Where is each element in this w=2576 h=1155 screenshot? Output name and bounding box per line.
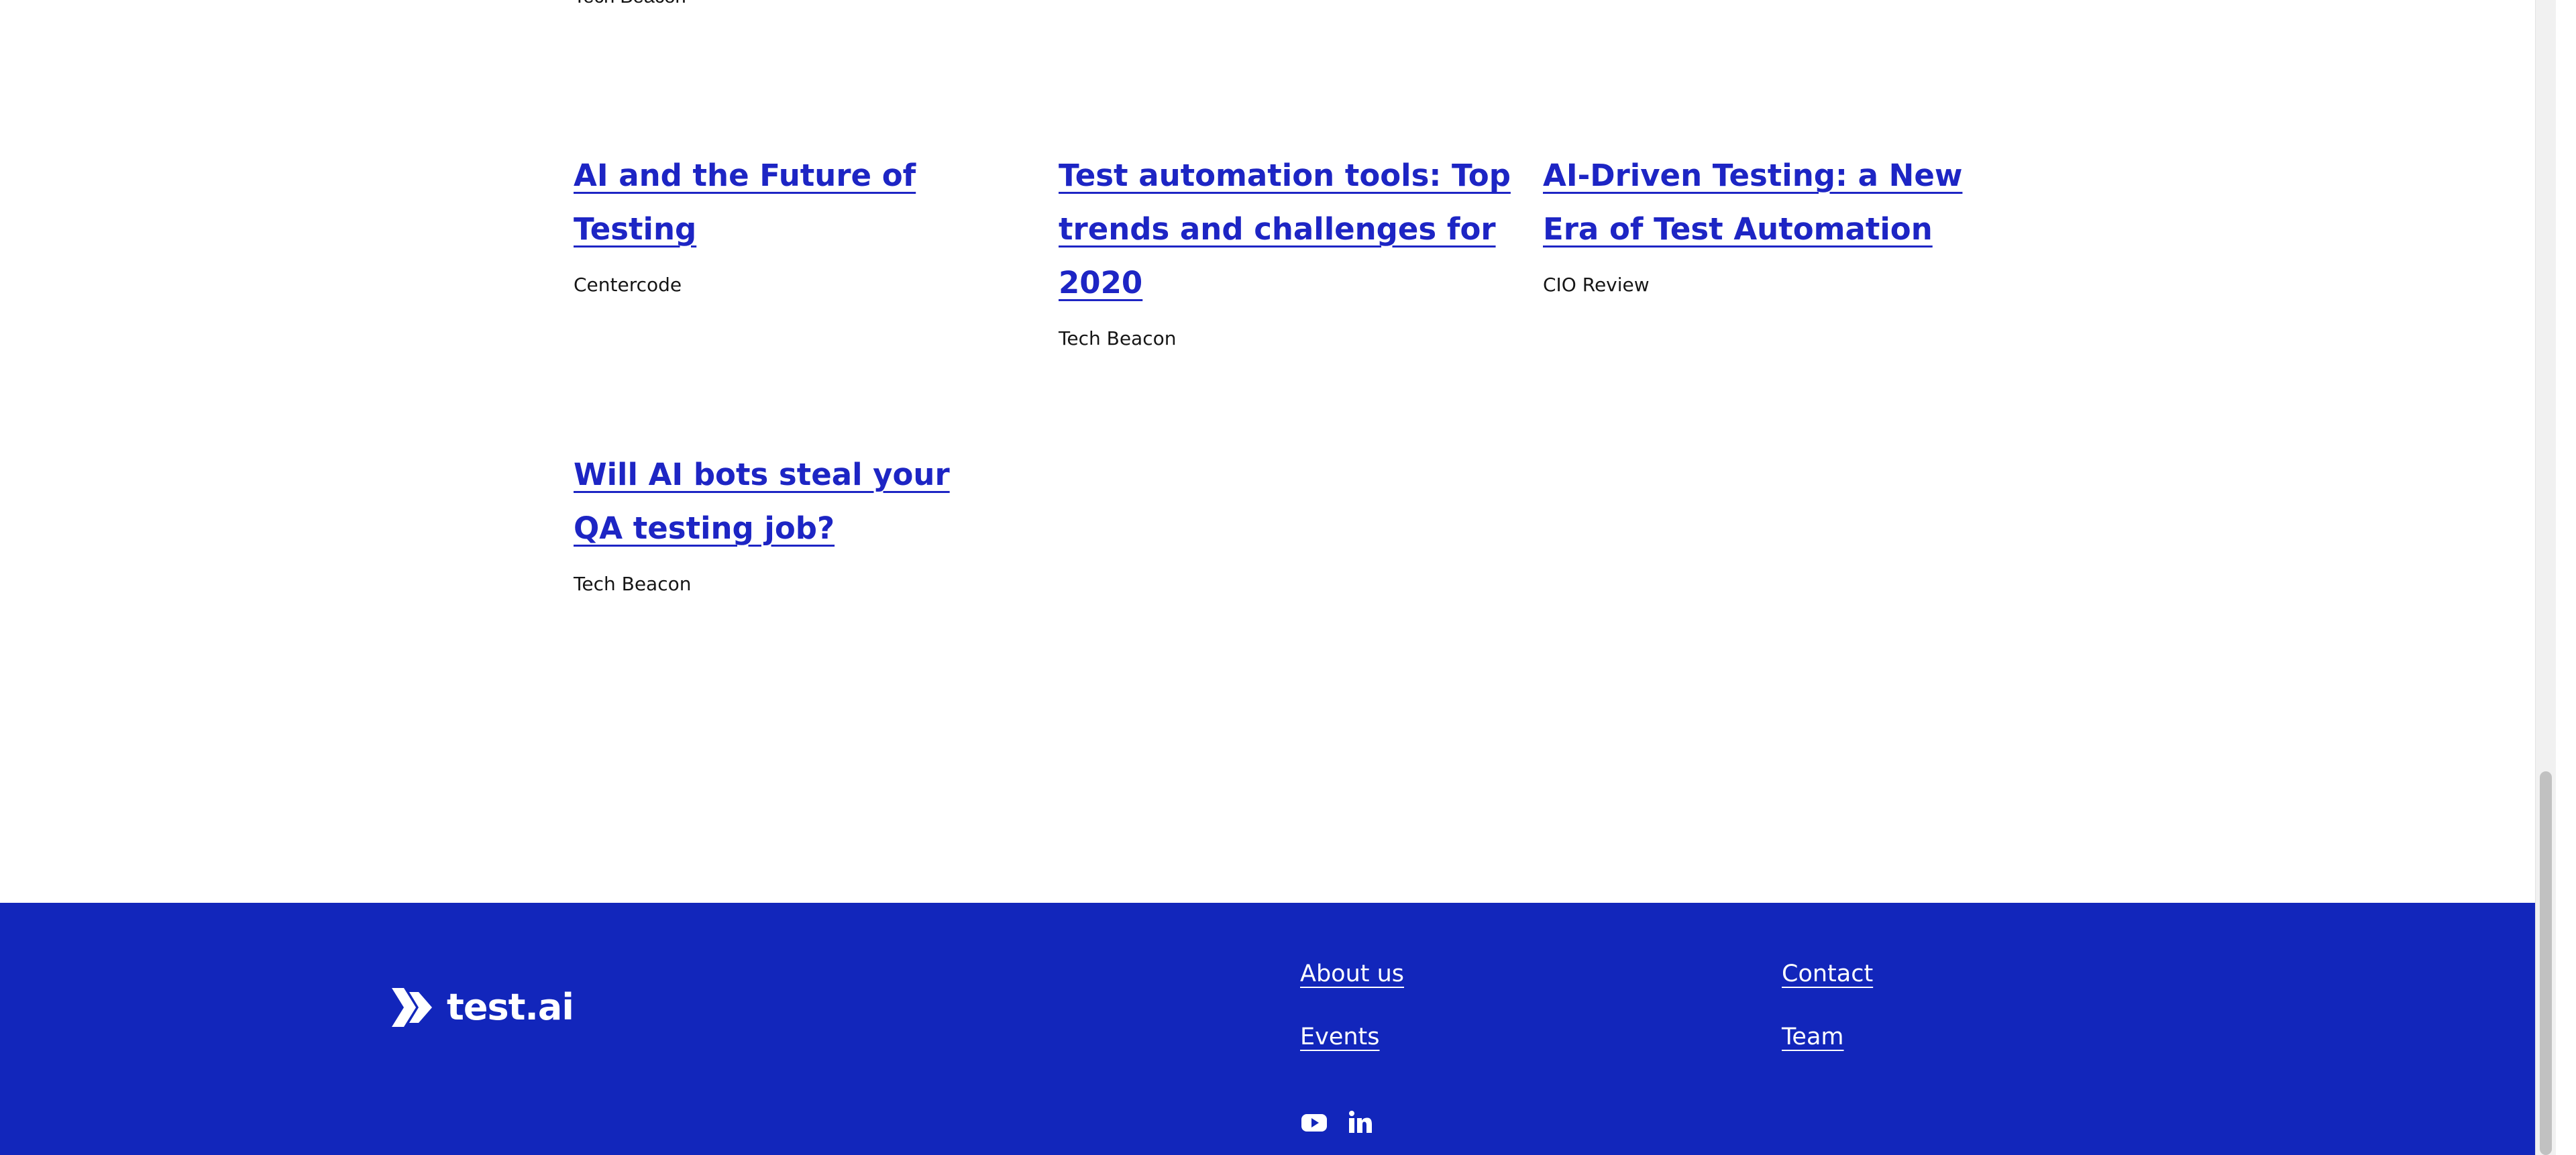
footer-link-team[interactable]: Team <box>1782 1024 1844 1050</box>
article-card: AI and the Future of Testing Centercode <box>574 149 1030 296</box>
article-card: Will AI bots steal your QA testing job? … <box>574 448 976 596</box>
scrollbar-thumb[interactable] <box>2540 771 2552 1155</box>
article-card: Test automation tools: Top trends and ch… <box>1059 149 1515 350</box>
page: Tech Beacon AI and the Future of Testing… <box>0 0 2556 1155</box>
footer-link-about[interactable]: About us <box>1300 960 1404 987</box>
footer-link-events[interactable]: Events <box>1300 1024 1380 1050</box>
article-source: Tech Beacon <box>574 573 692 595</box>
youtube-icon[interactable] <box>1300 1108 1328 1136</box>
linkedin-icon[interactable] <box>1346 1108 1374 1136</box>
article-card: AI-Driven Testing: a New Era of Test Aut… <box>1543 149 1999 296</box>
footer-logo[interactable]: test.ai <box>392 986 574 1028</box>
footer-link-contact[interactable]: Contact <box>1782 960 1873 987</box>
social-links <box>1300 1108 1374 1136</box>
article-source-cutoff: Tech Beacon <box>574 0 686 8</box>
logo-chevrons-icon <box>392 987 432 1027</box>
article-source: Tech Beacon <box>1059 327 1177 349</box>
article-title-link[interactable]: AI and the Future of Testing <box>574 158 916 247</box>
article-source: Centercode <box>574 274 682 296</box>
article-title-link[interactable]: Will AI bots steal your QA testing job? <box>574 457 950 546</box>
logo-text: test.ai <box>447 986 574 1028</box>
site-footer: test.ai About us Events Contact Team <box>0 903 2556 1155</box>
page-scrollbar[interactable] <box>2535 0 2556 1155</box>
article-title-link[interactable]: Test automation tools: Top trends and ch… <box>1059 158 1511 300</box>
article-title-link[interactable]: AI-Driven Testing: a New Era of Test Aut… <box>1543 158 1962 247</box>
article-source: CIO Review <box>1543 274 1650 296</box>
